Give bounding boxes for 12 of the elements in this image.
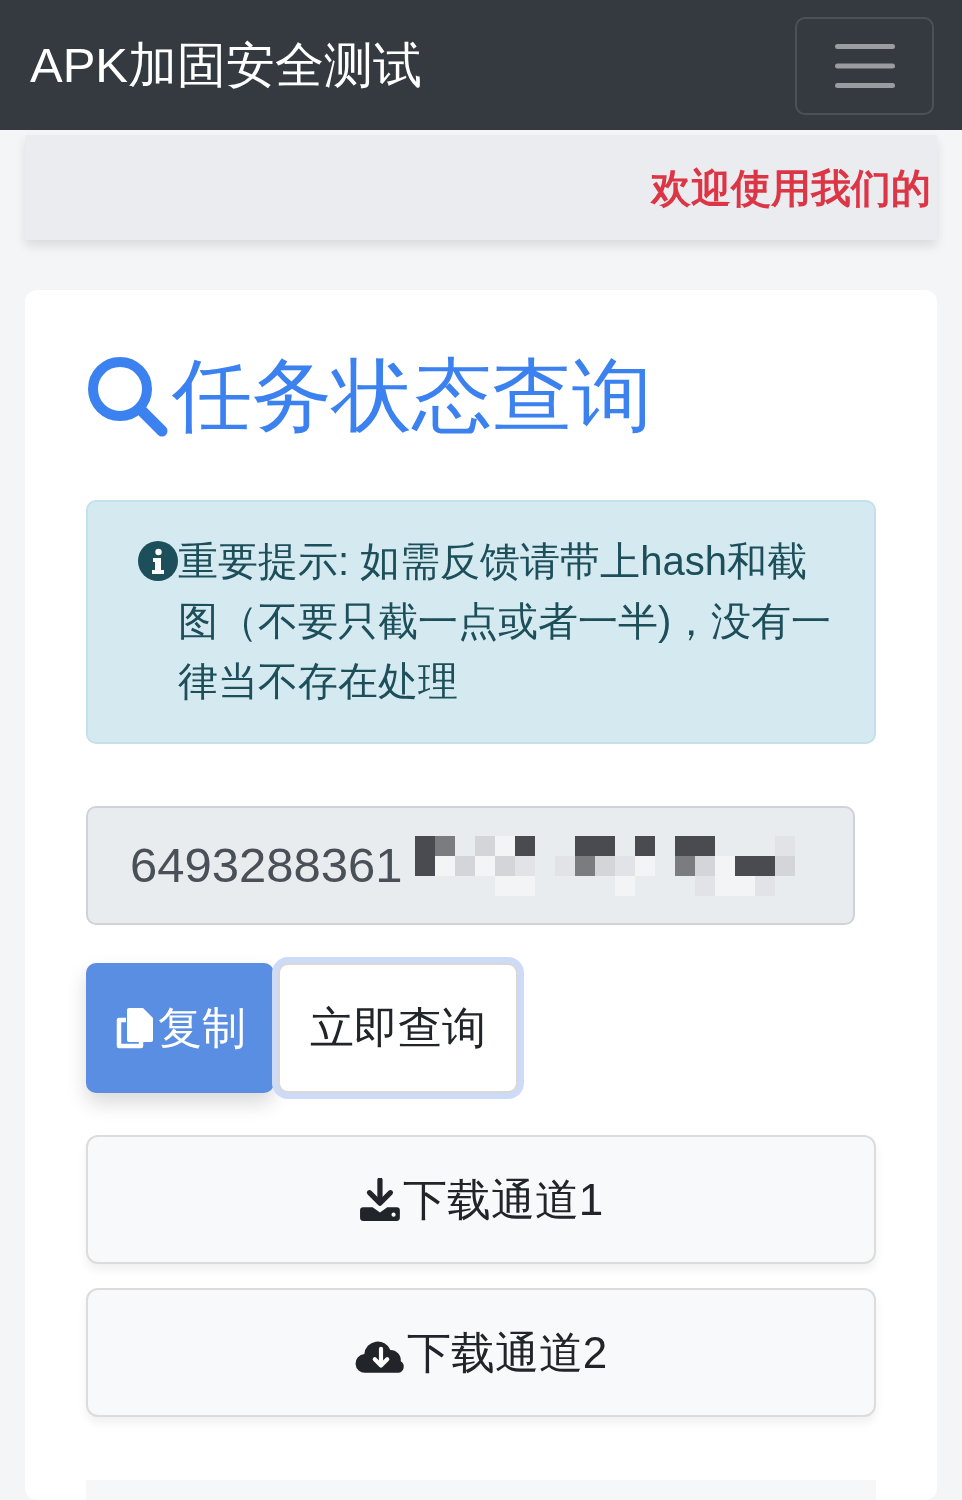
hash-input-field[interactable]: 6493288361 bbox=[86, 806, 855, 925]
download-button[interactable]: 下载通道1 bbox=[86, 1135, 876, 1264]
marquee-text: 欢迎使用我们的 bbox=[651, 164, 931, 212]
search-icon bbox=[86, 355, 168, 437]
menu-icon bbox=[834, 44, 895, 88]
notice-text: 重要提示: 如需反馈请带上hash和截图（不要只截一点或者一半)，没有一律当不存在处理 bbox=[178, 538, 833, 705]
menu-toggle-button[interactable] bbox=[795, 17, 934, 115]
page-title: 任务状态查询 bbox=[172, 350, 652, 442]
download-icon bbox=[358, 1177, 403, 1222]
info-icon bbox=[138, 541, 178, 581]
download-button[interactable]: 下载通道2 bbox=[86, 1288, 876, 1417]
brand-title[interactable]: APK加固安全测试 bbox=[30, 35, 423, 95]
